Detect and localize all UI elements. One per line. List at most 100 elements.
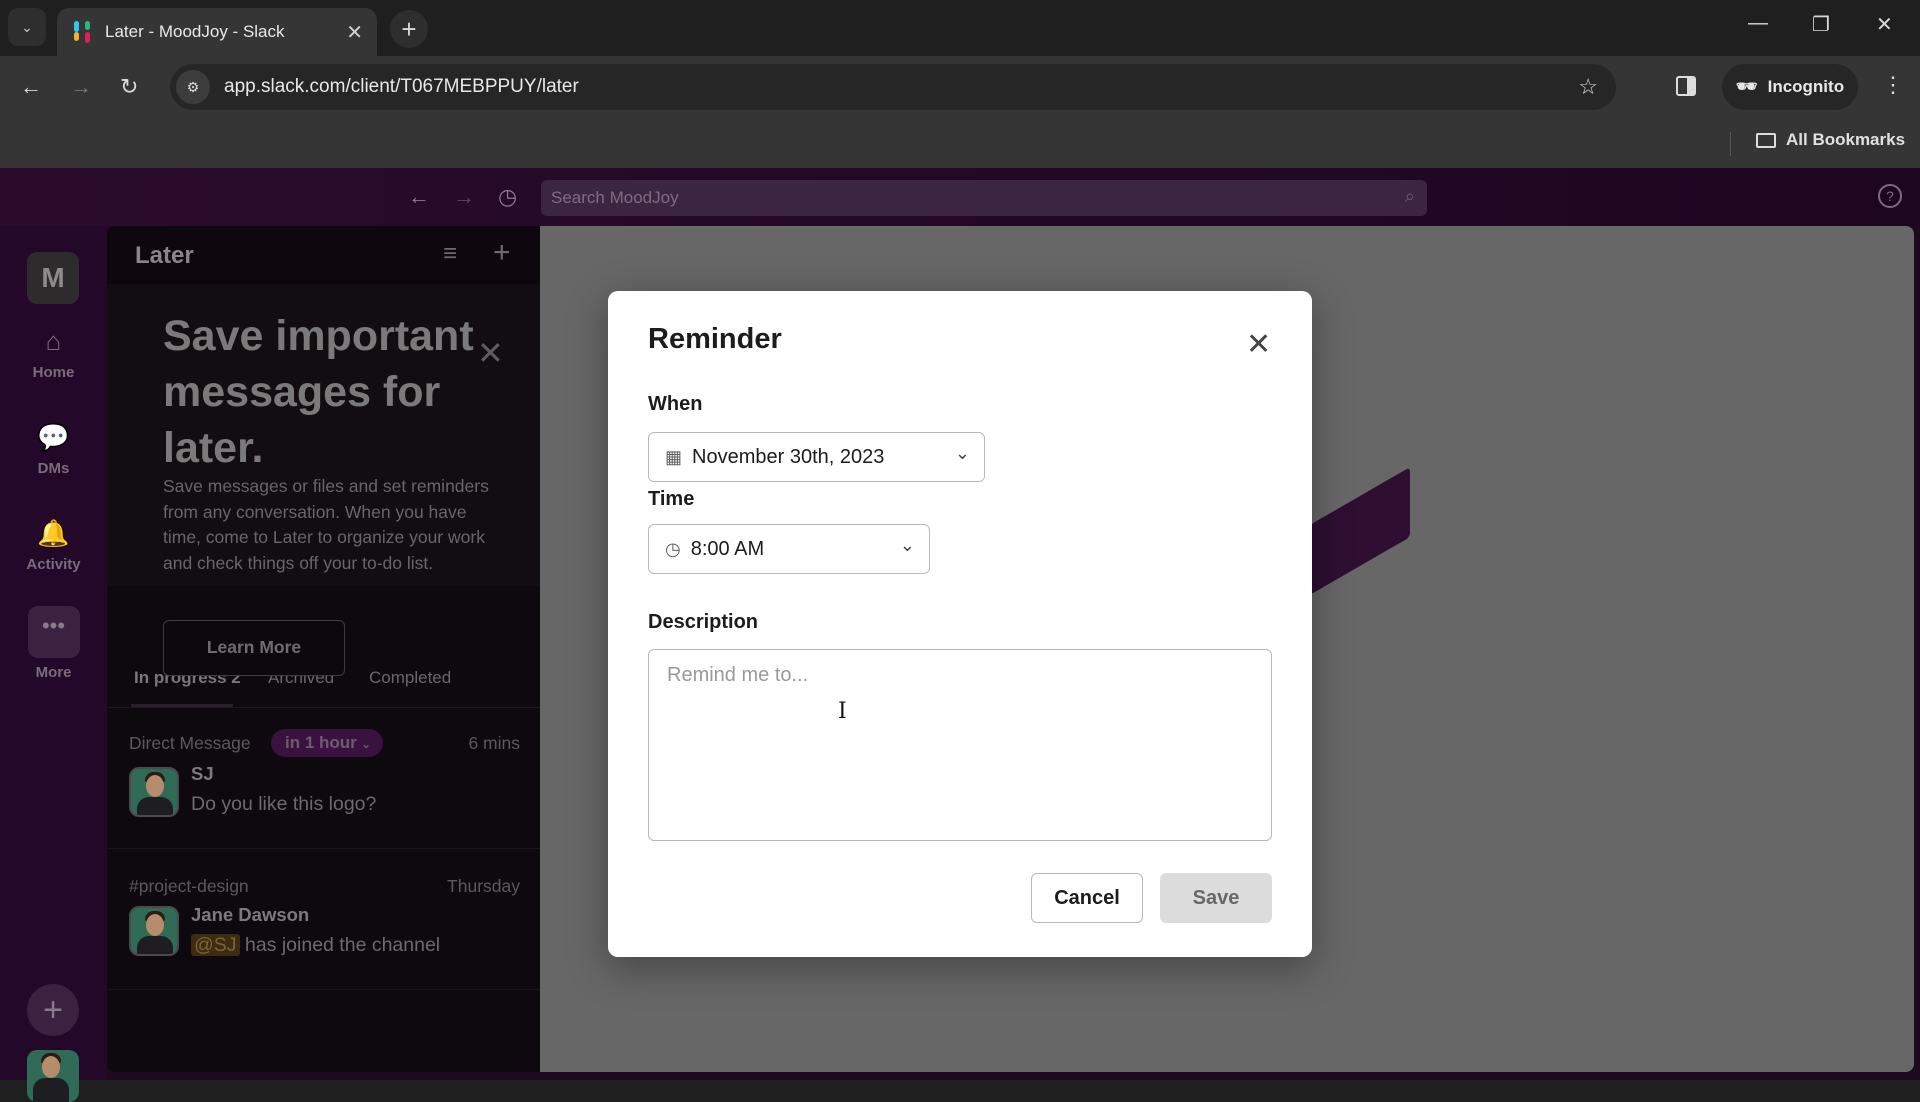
bookmarks-divider — [1730, 132, 1731, 156]
modal-title: Reminder — [648, 323, 782, 355]
item-time: Thursday — [447, 876, 520, 896]
item-message: Do you like this logo? — [191, 793, 377, 815]
reminder-modal: Reminder ✕ When ▦ November 30th, 2023 ⌄ … — [608, 291, 1312, 957]
promo-body: Save messages or files and set reminders… — [163, 476, 489, 573]
browser-toolbar: ← → ↻ ⚙ app.slack.com/client/T067MEBPPUY… — [0, 56, 1920, 120]
minimize-icon[interactable]: — — [1748, 12, 1768, 35]
help-icon[interactable]: ? — [1878, 184, 1902, 208]
browser-tab-strip: ⌄ Later - MoodJoy - Slack ✕ + — ❐ ✕ — [0, 0, 1920, 56]
when-label: When — [648, 393, 703, 415]
time-label: Time — [648, 488, 695, 510]
chevron-down-icon: ⌄ — [954, 443, 970, 463]
mention[interactable]: @SJ — [191, 934, 240, 956]
address-bar[interactable]: ⚙ app.slack.com/client/T067MEBPPUY/later… — [170, 64, 1616, 110]
search-icon: ⌕ — [1404, 186, 1415, 206]
incognito-icon: 🕶 — [1736, 77, 1758, 96]
active-tab-indicator — [131, 704, 233, 707]
back-icon[interactable]: ← — [408, 184, 430, 210]
dms-icon: 💬 — [37, 422, 70, 452]
filter-icon[interactable]: ≡ — [443, 240, 457, 268]
time-value: 8:00 AM — [690, 537, 765, 560]
item-author: Jane Dawson — [191, 904, 310, 925]
tab-search-icon[interactable]: ⌄ — [8, 8, 46, 46]
panel-title: Later — [135, 242, 194, 269]
rail-label: Home — [32, 364, 75, 381]
rail-label: Activity — [26, 556, 81, 573]
calendar-icon: ▦ — [665, 446, 683, 467]
star-icon[interactable]: ☆ — [1578, 74, 1598, 100]
rail-label: More — [35, 664, 72, 681]
bookmarks-bar: All Bookmarks — [0, 120, 1920, 168]
clock-icon: ◷ — [665, 538, 681, 559]
description-input[interactable] — [648, 649, 1272, 841]
description-label: Description — [648, 611, 759, 633]
back-icon[interactable]: ← — [20, 74, 42, 100]
incognito-label: Incognito — [1767, 77, 1845, 96]
more-icon: ••• — [27, 606, 80, 658]
workspace-rail: M ⌂ Home 💬 DMs 🔔 Activity ••• More + — [0, 226, 107, 1102]
close-window-icon[interactable]: ✕ — [1876, 12, 1893, 37]
chevron-down-icon: ⌄ — [899, 535, 915, 555]
item-message: @SJ has joined the channel — [191, 934, 440, 957]
promo-banner: Save important messages for later. ✕ Sav… — [107, 284, 540, 586]
reload-icon[interactable]: ↻ — [120, 74, 138, 100]
rail-item-home[interactable]: ⌂ Home — [0, 326, 107, 381]
reminder-text: in 1 hour — [285, 733, 357, 752]
date-select[interactable]: ▦ November 30th, 2023 ⌄ — [648, 432, 985, 482]
rail-item-dms[interactable]: 💬 DMs — [0, 422, 107, 477]
home-icon: ⌂ — [45, 326, 62, 356]
chevron-down-icon: ⌄ — [361, 739, 371, 751]
item-time: 6 mins — [468, 733, 520, 753]
time-select[interactable]: ◷ 8:00 AM ⌄ — [648, 524, 930, 574]
later-panel-header: Later ≡ + — [107, 226, 540, 284]
date-value: November 30th, 2023 — [692, 445, 885, 468]
avatar — [129, 906, 179, 956]
slack-header: ← → ◷ Search MoodJoy ⌕ ? — [0, 168, 1920, 226]
tab-completed[interactable]: Completed — [369, 668, 451, 688]
restore-icon[interactable]: ❐ — [1812, 12, 1830, 37]
url-text[interactable]: app.slack.com/client/T067MEBPPUY/later — [224, 76, 579, 98]
workspace-switcher[interactable]: M — [27, 252, 79, 304]
folder-icon — [1756, 132, 1776, 148]
all-bookmarks-button[interactable]: All Bookmarks — [1756, 130, 1905, 150]
rail-item-more[interactable]: ••• More — [0, 606, 107, 681]
learn-more-button[interactable]: Learn More — [163, 620, 345, 676]
user-avatar[interactable] — [27, 1050, 79, 1102]
avatar — [129, 767, 179, 817]
item-message-text: has joined the channel — [244, 934, 441, 956]
close-icon[interactable]: ✕ — [1246, 327, 1271, 362]
forward-icon[interactable]: → — [70, 74, 92, 100]
later-panel: Later ≡ + Save important messages for la… — [107, 226, 540, 1072]
add-workspace-button[interactable]: + — [27, 984, 79, 1036]
item-author: SJ — [191, 763, 214, 784]
list-item[interactable]: #project-design Thursday Jane Dawson @SJ… — [107, 850, 540, 990]
side-panel-icon[interactable] — [1676, 76, 1696, 96]
text-cursor-icon: I — [838, 699, 847, 724]
list-item[interactable]: Direct Message in 1 hour ⌄ 6 mins SJ Do … — [107, 709, 540, 849]
save-button[interactable]: Save — [1160, 873, 1272, 923]
bell-icon: 🔔 — [37, 518, 70, 548]
item-source: #project-design — [129, 876, 249, 896]
decorative-shape — [1310, 467, 1410, 595]
plus-icon[interactable]: + — [390, 10, 428, 48]
kebab-icon[interactable]: ⋮ — [1882, 72, 1904, 98]
item-source: Direct Message — [129, 733, 251, 753]
cancel-button[interactable]: Cancel — [1031, 873, 1143, 923]
rail-label: DMs — [37, 460, 70, 477]
reminder-pill[interactable]: in 1 hour ⌄ — [271, 729, 383, 757]
incognito-badge[interactable]: 🕶 Incognito — [1722, 64, 1858, 110]
all-bookmarks-label: All Bookmarks — [1786, 130, 1906, 149]
site-info-icon[interactable]: ⚙ — [176, 70, 210, 104]
promo-heading: Save important messages for later. — [163, 312, 474, 472]
close-icon[interactable]: ✕ — [346, 20, 363, 45]
browser-tab-active[interactable]: Later - MoodJoy - Slack ✕ — [57, 8, 377, 56]
plus-icon[interactable]: + — [493, 236, 511, 270]
forward-icon[interactable]: → — [453, 184, 475, 210]
search-placeholder: Search MoodJoy — [551, 188, 679, 207]
slack-favicon — [71, 21, 93, 43]
tab-title: Later - MoodJoy - Slack — [105, 22, 285, 41]
rail-item-activity[interactable]: 🔔 Activity — [0, 518, 107, 573]
close-icon[interactable]: ✕ — [477, 334, 504, 372]
search-input[interactable]: Search MoodJoy ⌕ — [541, 180, 1427, 216]
history-icon[interactable]: ◷ — [498, 184, 517, 210]
